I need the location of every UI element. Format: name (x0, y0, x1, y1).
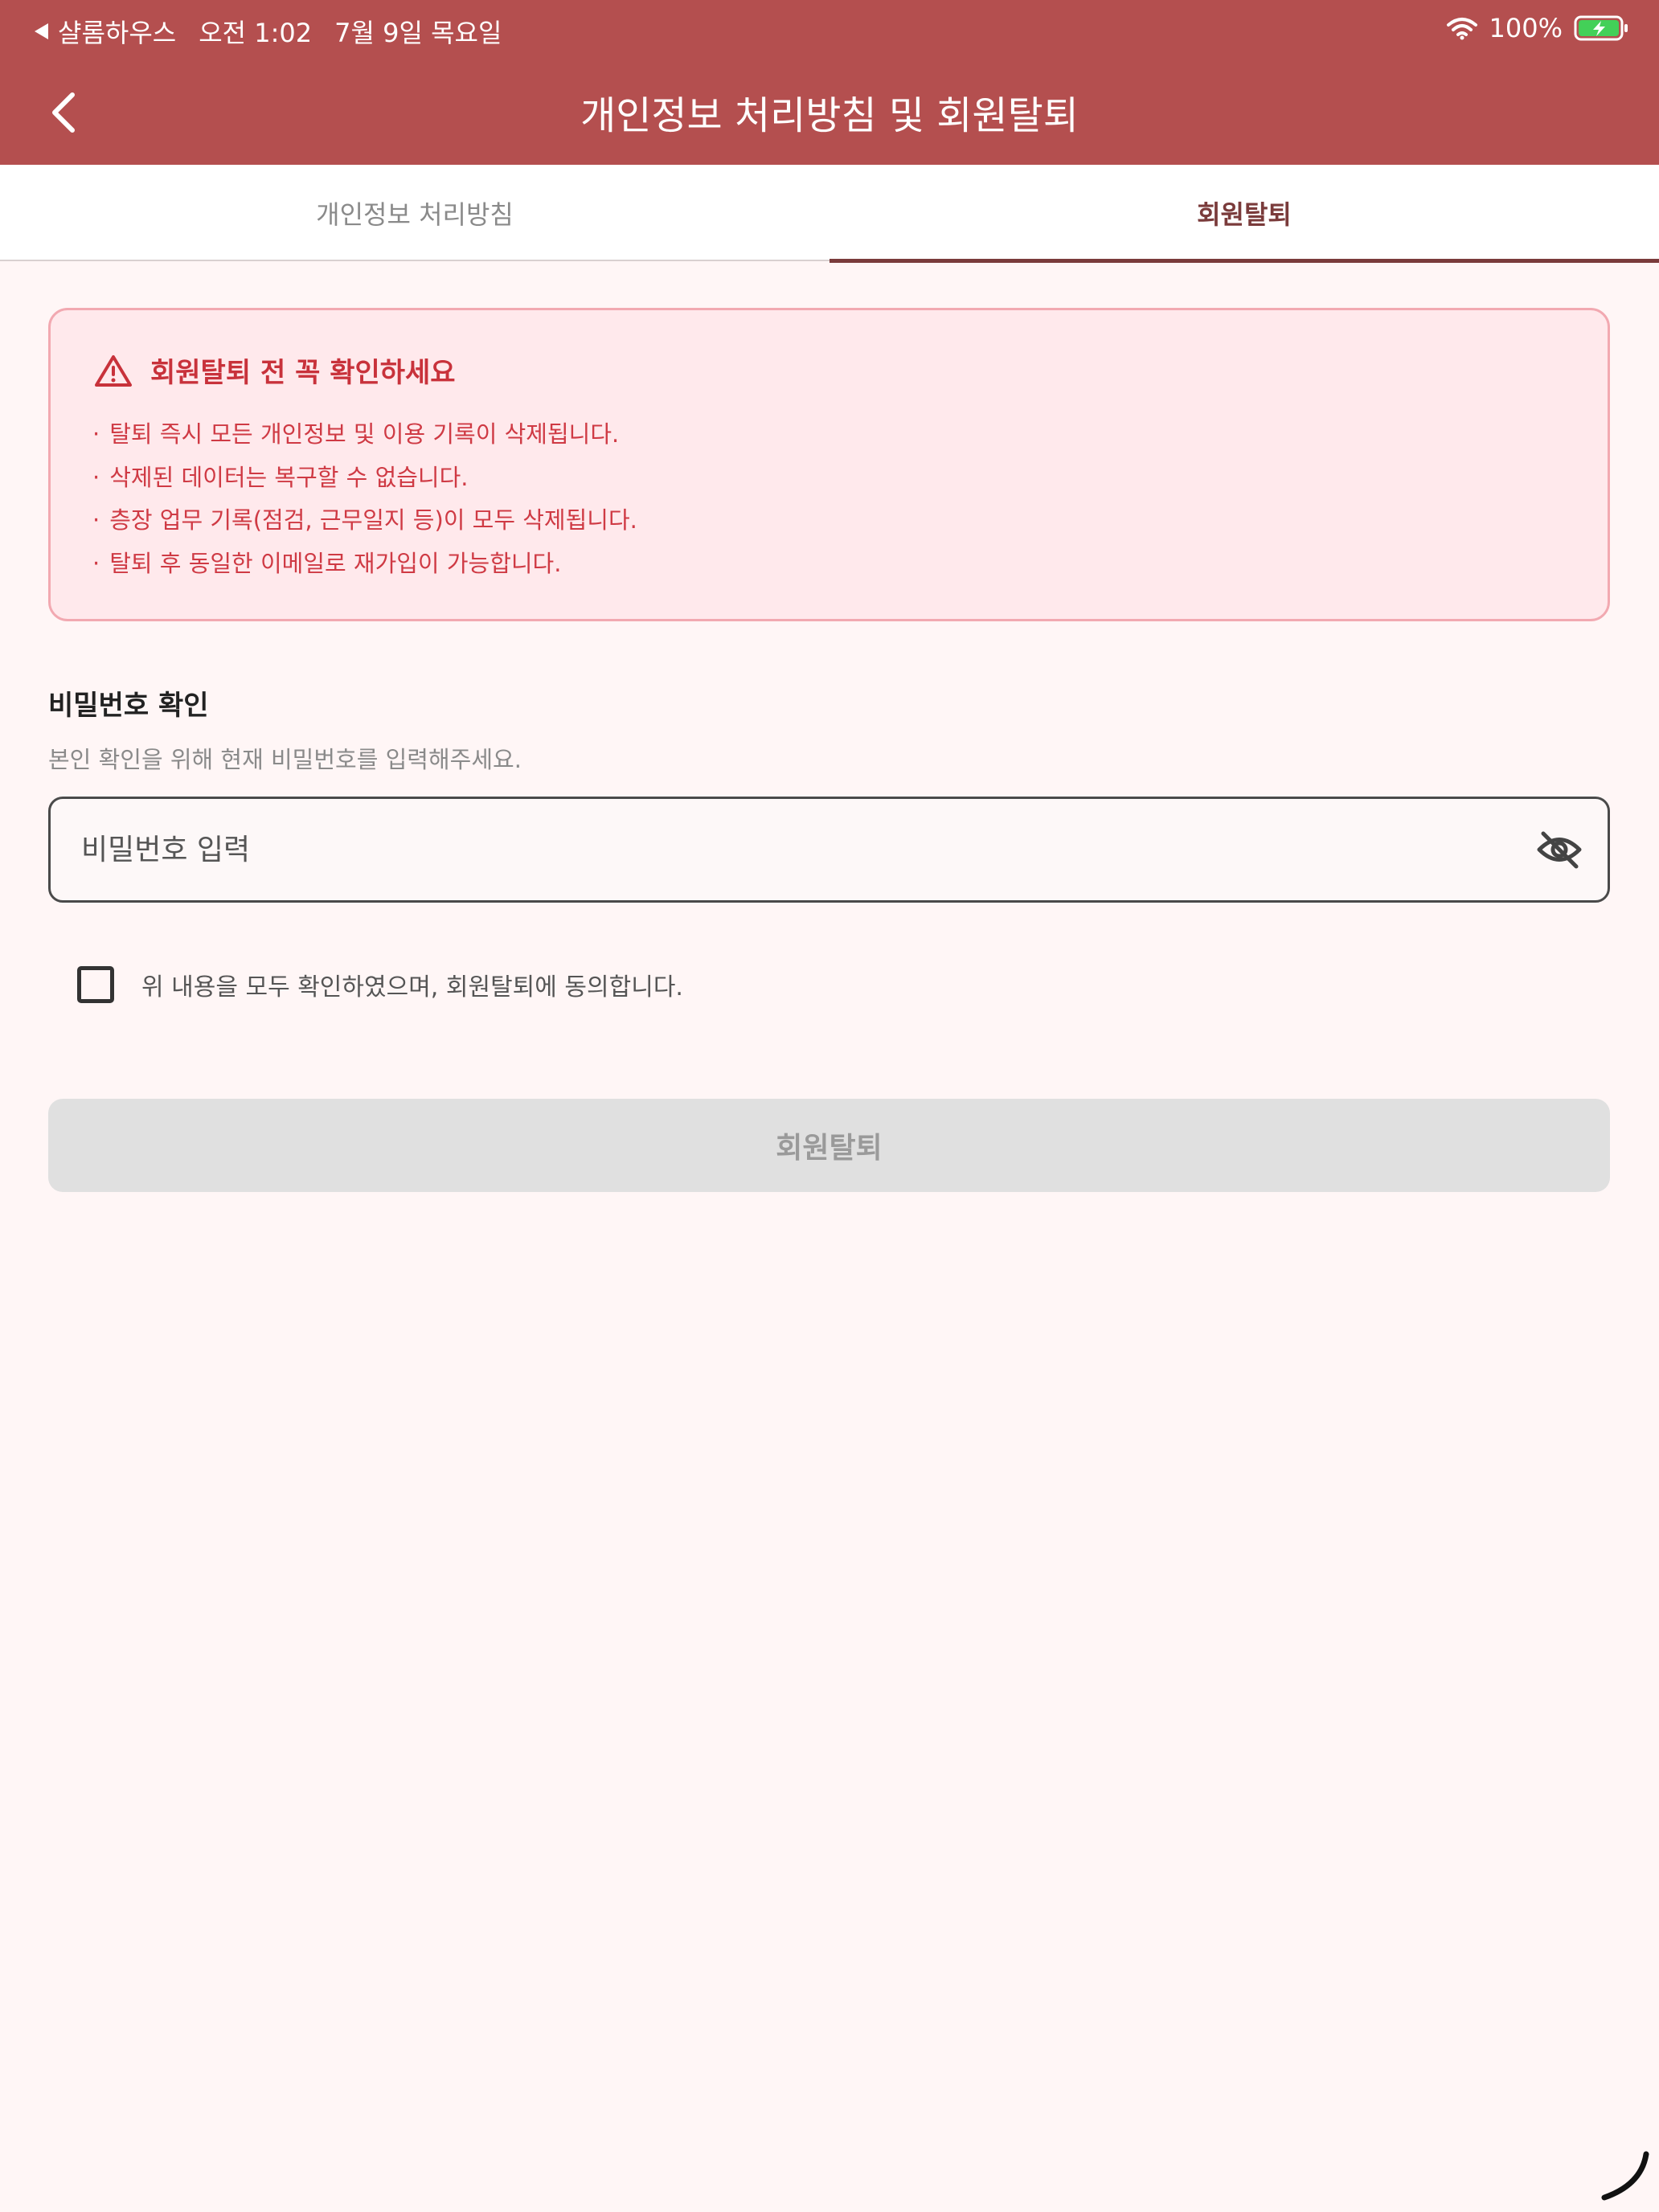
title-row: 개인정보 처리방침 및 회원탈퇴 (0, 72, 1659, 153)
withdraw-button[interactable]: 회원탈퇴 (48, 1099, 1610, 1192)
status-bar: 샬롬하우스 오전 1:02 7월 9일 목요일 100% (0, 0, 1659, 60)
warning-item: 탈퇴 즉시 모든 개인정보 및 이용 기록이 삭제됩니다. (92, 413, 637, 457)
warning-header: 회원탈퇴 전 꼭 확인하세요 (94, 350, 456, 390)
password-visibility-toggle[interactable] (1535, 827, 1583, 872)
battery-percent: 100% (1489, 13, 1563, 43)
warning-box: 회원탈퇴 전 꼭 확인하세요 탈퇴 즉시 모든 개인정보 및 이용 기록이 삭제… (48, 308, 1610, 621)
back-triangle-icon (35, 23, 48, 39)
password-input[interactable] (81, 799, 1496, 900)
tab-bar: 개인정보 처리방침 회원탈퇴 (0, 165, 1659, 263)
warning-title: 회원탈퇴 전 꼭 확인하세요 (150, 357, 456, 389)
warning-item: 탈퇴 후 동일한 이메일로 재가입이 가능합니다. (92, 543, 637, 586)
status-date: 7월 9일 목요일 (334, 18, 502, 48)
resize-handle-icon (1601, 2151, 1649, 2201)
warning-item: 층장 업무 기록(점검, 근무일지 등)이 모두 삭제됩니다. (92, 499, 637, 543)
status-right: 100% (1446, 13, 1630, 43)
eye-off-icon (1537, 831, 1582, 869)
agreement-checkbox[interactable] (77, 966, 114, 1003)
battery-charging-icon (1574, 15, 1628, 41)
password-section-description: 본인 확인을 위해 현재 비밀번호를 입력해주세요. (48, 746, 522, 773)
warning-list: 탈퇴 즉시 모든 개인정보 및 이용 기록이 삭제됩니다. 삭제된 데이터는 복… (92, 413, 637, 585)
status-back-app-label: 샬롬하우스 (58, 18, 177, 48)
tab-withdrawal[interactable]: 회원탈퇴 (830, 165, 1659, 263)
page-title: 개인정보 처리방침 및 회원탈퇴 (580, 93, 1079, 138)
warning-triangle-icon (95, 354, 132, 387)
status-time: 오전 1:02 (199, 18, 313, 48)
password-section-title: 비밀번호 확인 (48, 690, 209, 722)
wifi-icon (1446, 18, 1477, 40)
password-field (48, 797, 1610, 903)
warning-item: 삭제된 데이터는 복구할 수 없습니다. (92, 457, 637, 500)
status-back-app[interactable]: 샬롬하우스 (32, 13, 176, 50)
status-left: 샬롬하우스 오전 1:02 7월 9일 목요일 (32, 13, 502, 50)
tab-privacy-policy[interactable]: 개인정보 처리방침 (0, 165, 830, 261)
app-bar: 샬롬하우스 오전 1:02 7월 9일 목요일 100% 개인정보 처리방침 및… (0, 0, 1659, 165)
agreement-row[interactable]: 위 내용을 모두 확인하였으며, 회원탈퇴에 동의합니다. (77, 966, 683, 1003)
agreement-label[interactable]: 위 내용을 모두 확인하였으며, 회원탈퇴에 동의합니다. (141, 967, 683, 1002)
